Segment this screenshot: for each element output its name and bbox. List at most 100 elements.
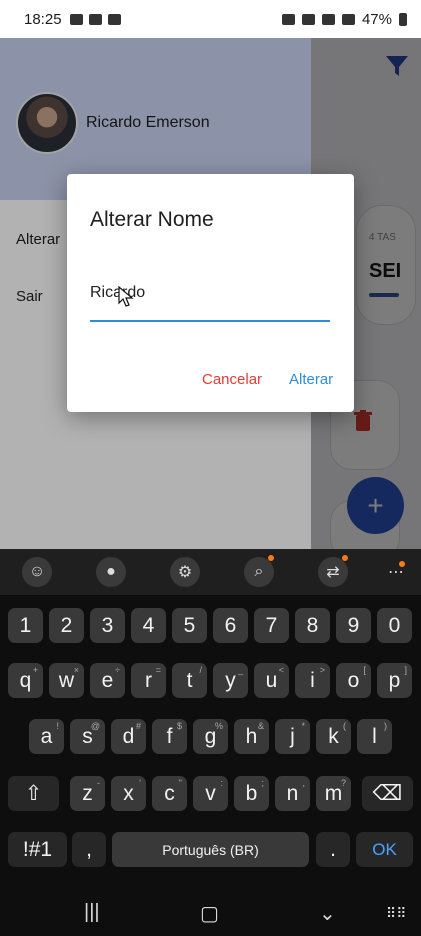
mouse-cursor-icon [118,286,134,307]
key-e[interactable]: e ÷ [90,663,125,698]
key-r[interactable]: r = [131,663,166,698]
key-x[interactable]: x ' [111,776,146,811]
microphone-icon[interactable]: ● [96,557,126,587]
key-hint: > [319,665,325,675]
key-label: 5 [183,613,196,637]
key-l[interactable]: l) [357,719,392,754]
key-hint: ÷ [115,665,120,675]
space-key[interactable]: Português (BR) [112,832,309,867]
key-5[interactable]: 5 [172,608,207,643]
signal-icon [341,13,355,25]
key-m[interactable]: m? [316,776,351,811]
key-label: o [347,668,360,692]
key-label: y [225,668,236,692]
confirm-button[interactable]: Alterar [289,371,333,388]
ok-key[interactable]: OK [356,832,413,867]
key-hint: & [257,721,264,731]
emoji-icon[interactable]: ☺ [22,557,52,587]
key-a[interactable]: a! [29,719,64,754]
back-chevron-down-icon[interactable]: ⌄ [319,901,336,926]
settings-icon[interactable]: ⚙ [170,557,200,587]
keyboard: ☺ ● ⚙ ⌕ ⇄ ⋯ 1 2 3 4 5 6 7 8 9 0 q + w × e ÷ r = t / y _ u < i > o[… [0,549,421,936]
search-icon[interactable]: ⌕ [244,557,274,587]
key-label: !#1 [22,837,53,861]
key-label: e [101,668,114,692]
key-label: m [324,781,343,805]
key-label: 9 [347,613,360,637]
key-i[interactable]: i > [295,663,330,698]
key-u[interactable]: u < [254,663,289,698]
key-s[interactable]: s @ [70,719,105,754]
keyboard-toolbar: ☺ ● ⚙ ⌕ ⇄ ⋯ [0,549,421,595]
comma-key[interactable]: , [72,832,106,867]
recent-apps-icon[interactable]: ||| [84,901,100,924]
key-d[interactable]: d # [111,719,146,754]
key-v[interactable]: v: [193,776,228,811]
shift-key[interactable]: ⇧ [8,776,59,811]
key-label: r [145,668,152,692]
key-0[interactable]: 0 [377,608,412,643]
translate-badge [342,555,348,561]
backspace-key[interactable]: ⌫ [362,776,413,811]
key-label: b [245,781,258,805]
key-z[interactable]: z- [70,776,105,811]
key-hint: @ [90,721,100,731]
key-label: OK [372,839,397,859]
key-label: c [164,781,175,805]
key-label: ⇧ [24,782,43,805]
key-b[interactable]: b; [234,776,269,811]
translate-icon[interactable]: ⇄ [318,557,348,587]
key-hint: × [73,665,79,675]
home-icon[interactable]: ▢ [200,901,219,926]
key-1[interactable]: 1 [8,608,43,643]
key-t[interactable]: t / [172,663,207,698]
key-label: 1 [19,613,32,637]
key-6[interactable]: 6 [213,608,248,643]
key-k[interactable]: k( [316,719,351,754]
gallery-icon [107,13,121,25]
period-key[interactable]: . [316,832,350,867]
notification-icon [88,13,102,25]
key-label: Português (BR) [162,841,259,858]
key-label: t [186,668,193,692]
key-y[interactable]: y _ [213,663,248,698]
key-hint: " [178,778,182,788]
key-p[interactable]: p] [377,663,412,698]
key-label: j [290,724,295,748]
key-hint: + [32,665,38,675]
key-label: , [86,837,92,861]
key-hint: * [301,721,305,731]
key-3[interactable]: 3 [90,608,125,643]
key-label: z [82,781,93,805]
more-options-icon[interactable]: ⋯ [381,557,411,587]
key-9[interactable]: 9 [336,608,371,643]
key-label: l [372,724,377,748]
key-label: . [330,837,336,861]
key-f[interactable]: f $ [152,719,187,754]
key-2[interactable]: 2 [49,608,84,643]
key-7[interactable]: 7 [254,608,289,643]
cancel-button[interactable]: Cancelar [202,371,262,388]
key-label: h [245,724,258,748]
key-o[interactable]: o[ [336,663,371,698]
key-label: ⌫ [372,782,403,805]
key-4[interactable]: 4 [131,608,166,643]
key-q[interactable]: q + [8,663,43,698]
symbols-key[interactable]: !#1 [8,832,67,867]
key-g[interactable]: g% [193,719,228,754]
key-h[interactable]: h & [234,719,269,754]
keyboard-switch-icon[interactable]: ⠿⠿ [386,905,407,922]
rename-dialog: Alterar Nome Cancelar Alterar [67,174,354,412]
key-j[interactable]: j * [275,719,310,754]
key-hint: ! [56,721,59,731]
key-label: v [205,781,216,805]
battery-percent: 47% [361,10,392,28]
key-8[interactable]: 8 [295,608,330,643]
key-label: u [265,668,278,692]
key-n[interactable]: n, [275,776,310,811]
key-c[interactable]: c " [152,776,187,811]
key-w[interactable]: w × [49,663,84,698]
key-hint: ' [139,778,141,788]
key-hint: ( [343,721,346,731]
key-label: k [328,724,339,748]
